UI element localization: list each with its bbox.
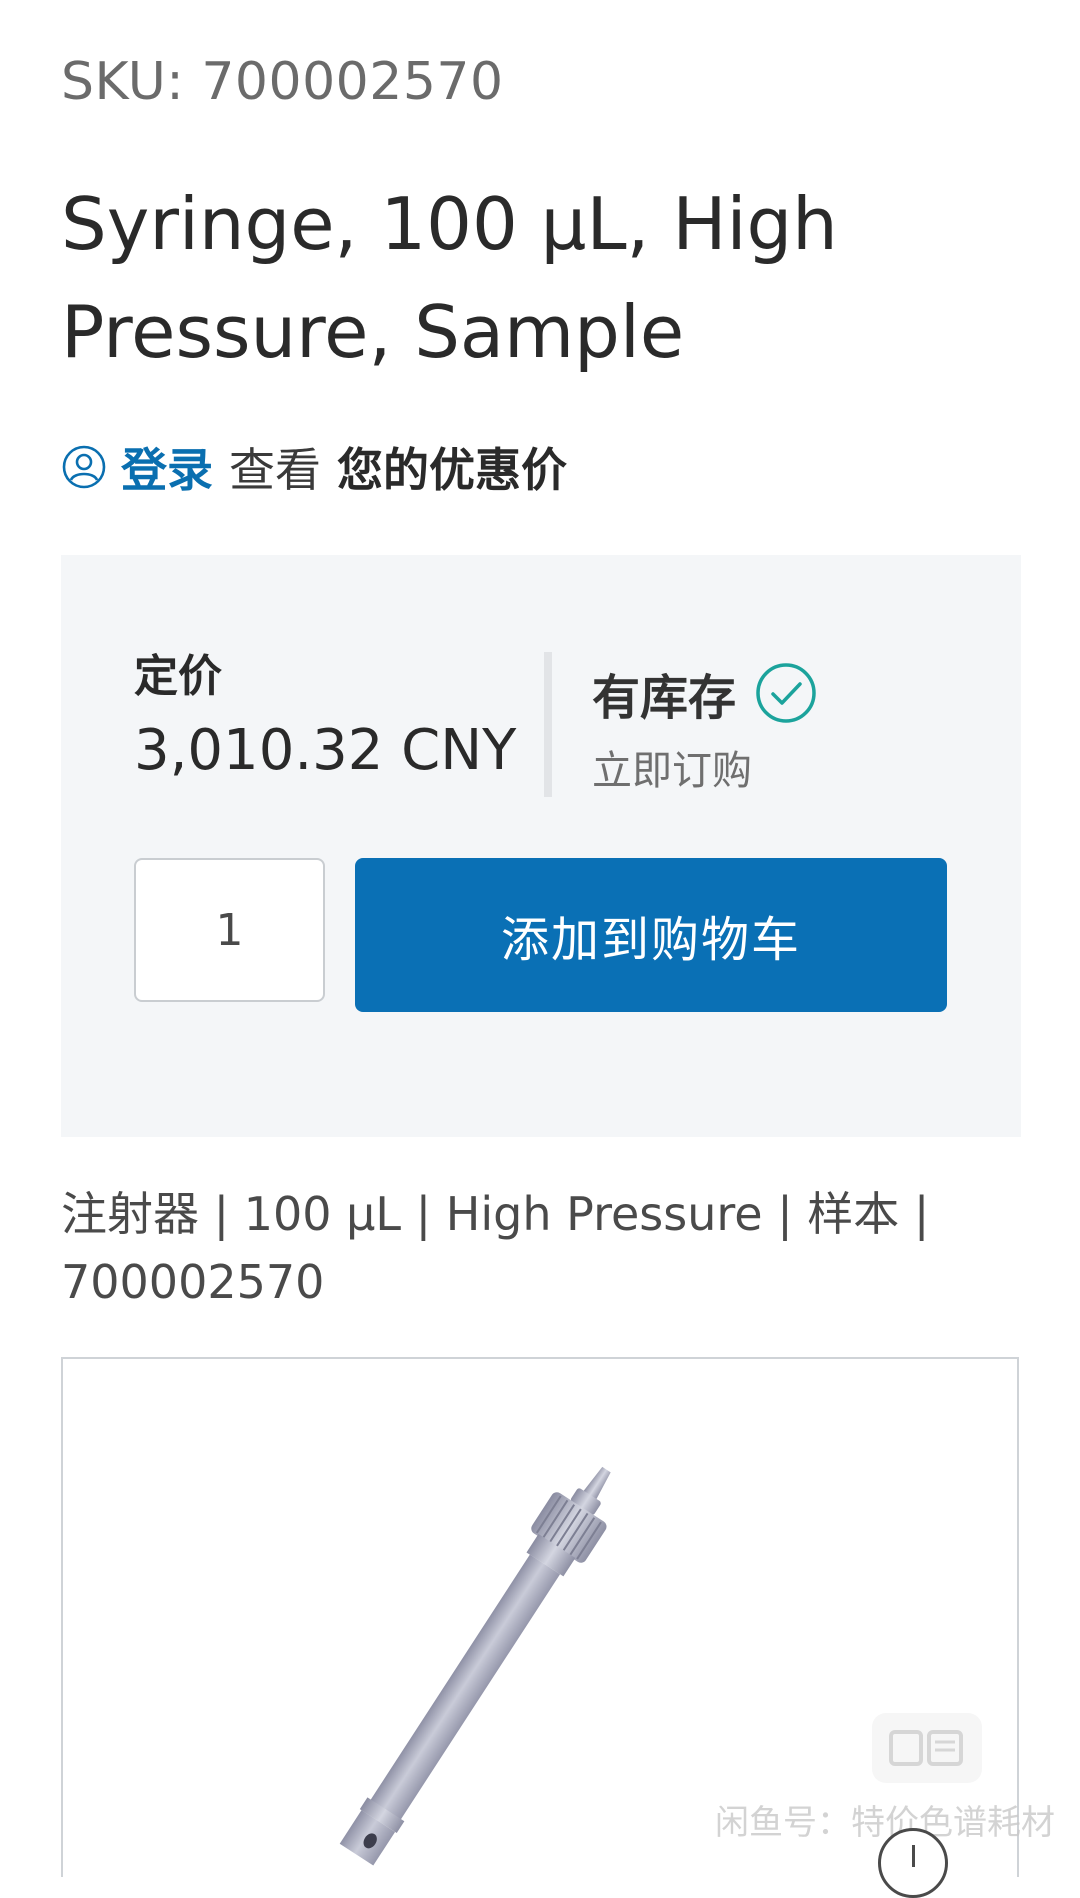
price-panel: 定价 3,010.32 CNY 有库存 立即订购 添加到购物车 bbox=[61, 555, 1021, 1137]
list-price-value: 3,010.32 CNY bbox=[134, 718, 517, 783]
stock-status: 有库存 立即订购 bbox=[592, 658, 818, 796]
your-discount-price-text: 您的优惠价 bbox=[337, 443, 567, 497]
product-page: SKU: 700002570 Syringe, 100 µL, High Pre… bbox=[0, 0, 1080, 1898]
quantity-input[interactable] bbox=[134, 858, 325, 1002]
order-now-text: 立即订购 bbox=[592, 748, 752, 794]
product-title: Syringe, 100 µL, High Pressure, Sample bbox=[61, 182, 838, 374]
zoom-in-icon[interactable] bbox=[878, 1828, 948, 1898]
list-price-label: 定价 bbox=[134, 651, 222, 702]
in-stock-label: 有库存 bbox=[592, 670, 737, 726]
login-view-text: 查看 bbox=[229, 443, 321, 497]
login-prompt: 登录 查看 您的优惠价 bbox=[61, 432, 567, 502]
sku-label: SKU: 700002570 bbox=[61, 52, 504, 112]
price-stock-divider bbox=[544, 652, 552, 797]
login-link[interactable]: 登录 bbox=[121, 434, 213, 500]
add-to-cart-button[interactable]: 添加到购物车 bbox=[355, 858, 947, 1012]
product-description: 注射器 | 100 µL | High Pressure | 样本 | 7000… bbox=[61, 1187, 930, 1309]
check-circle-icon bbox=[754, 661, 818, 725]
xianyu-logo-icon bbox=[872, 1713, 982, 1783]
user-circle-icon[interactable] bbox=[61, 444, 107, 490]
watermark-text: 闲鱼号：特价色谱耗材 bbox=[715, 1803, 1055, 1843]
price-block: 定价 3,010.32 CNY bbox=[134, 647, 516, 791]
